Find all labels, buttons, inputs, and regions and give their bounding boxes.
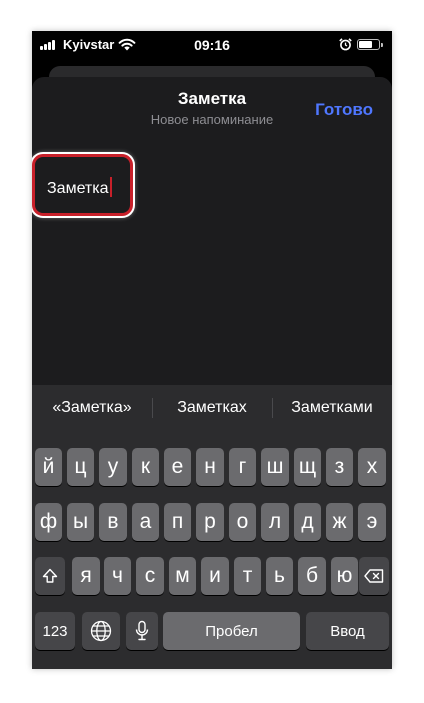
numbers-key[interactable]: 123 [35,612,75,650]
backspace-key[interactable] [359,557,389,595]
key-letter[interactable]: з [326,448,353,486]
key-letter[interactable]: э [358,503,386,541]
shift-key[interactable] [35,557,65,595]
key-letter[interactable]: е [164,448,191,486]
backspace-icon [364,569,384,583]
key-letter[interactable]: щ [294,448,321,486]
key-letter[interactable]: л [261,503,289,541]
key-letter[interactable]: т [234,557,261,595]
suggestion-3[interactable]: Заметками [274,399,390,417]
status-time: 09:16 [194,37,230,53]
suggestion-2[interactable]: Заметках [154,399,270,417]
key-letter[interactable]: ц [67,448,94,486]
key-letter[interactable]: ч [104,557,131,595]
shift-icon [42,568,58,583]
key-letter[interactable]: ф [35,503,62,541]
key-letter[interactable]: ю [331,557,358,595]
key-letter[interactable]: р [196,503,224,541]
key-letter[interactable]: ш [261,448,289,486]
note-input-wrap: Заметка [47,177,112,198]
globe-key[interactable] [82,612,120,650]
suggestion-bar: «Заметка» Заметках Заметками [32,385,392,429]
suggestion-divider [152,398,153,418]
key-letter[interactable]: м [169,557,196,595]
dictation-key[interactable] [126,612,158,650]
key-letter[interactable]: у [99,448,127,486]
key-letter[interactable]: й [35,448,62,486]
status-bar: Kyivstar 09:16 [32,31,392,59]
key-letter[interactable]: х [358,448,386,486]
key-letter[interactable]: г [229,448,256,486]
key-letter[interactable]: в [99,503,127,541]
key-letter[interactable]: о [229,503,256,541]
key-letter[interactable]: н [196,448,224,486]
key-letter[interactable]: и [201,557,229,595]
key-letter[interactable]: с [136,557,164,595]
key-letter[interactable]: ы [67,503,94,541]
space-key[interactable]: Пробел [163,612,300,650]
key-letter[interactable]: п [164,503,191,541]
suggestion-divider [272,398,273,418]
done-button[interactable]: Готово [315,100,373,120]
alarm-icon [339,38,352,51]
battery-icon [357,39,383,50]
text-caret [109,177,112,197]
key-letter[interactable]: б [298,557,326,595]
note-field[interactable]: Заметка [32,154,133,216]
note-input[interactable]: Заметка [47,180,109,197]
microphone-icon [135,620,149,641]
return-key[interactable]: Ввод [306,612,389,650]
keyboard: «Заметка» Заметках Заметками й ц у к е н… [32,385,392,669]
suggestion-1[interactable]: «Заметка» [34,399,150,417]
key-letter[interactable]: я [72,557,100,595]
key-letter[interactable]: д [294,503,321,541]
key-letter[interactable]: ж [326,503,353,541]
key-letter[interactable]: ь [266,557,293,595]
globe-icon [90,620,112,642]
phone-screen: Kyivstar 09:16 Заметка Новое напоминание… [32,31,392,669]
key-letter[interactable]: к [132,448,159,486]
key-letter[interactable]: а [132,503,159,541]
